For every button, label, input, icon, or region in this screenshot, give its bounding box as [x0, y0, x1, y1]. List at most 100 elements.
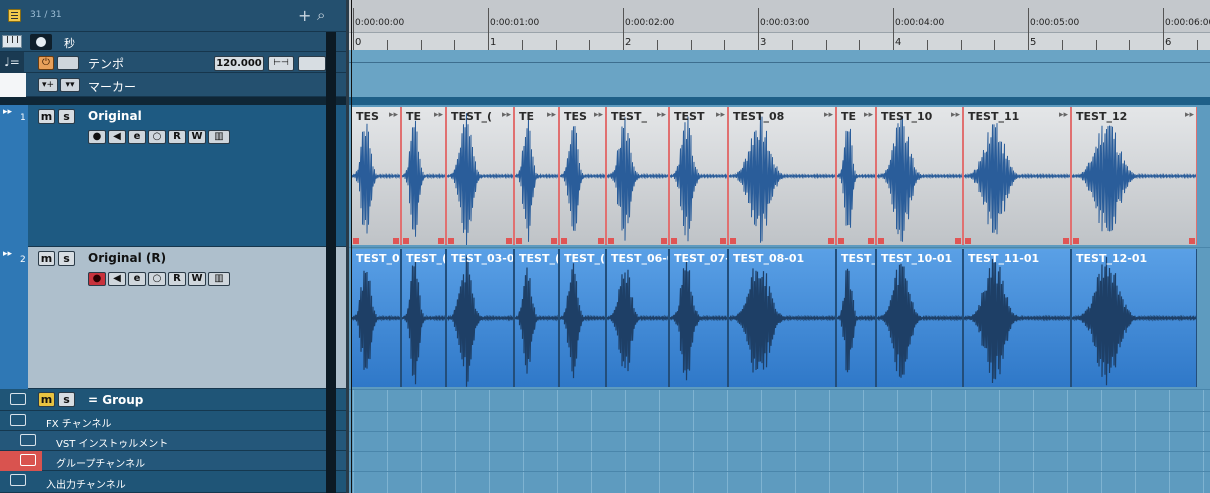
folder-fx-channels[interactable]: FX チャンネル	[0, 411, 346, 431]
audio-event[interactable]: TEST_(	[514, 249, 559, 387]
event-handle[interactable]	[965, 238, 971, 244]
monitor-button[interactable]: ◀	[108, 130, 126, 144]
audio-event[interactable]: TE ▸▸	[836, 107, 876, 245]
folder-name[interactable]: VST インストゥルメント	[56, 435, 168, 450]
mute-button[interactable]: m	[38, 109, 55, 124]
edit-button[interactable]: e	[128, 130, 146, 144]
audio-event[interactable]: TEST_08-01	[728, 249, 836, 387]
audio-event[interactable]: TEST_12-01	[1071, 249, 1197, 387]
audio-event[interactable]: TEST_0	[351, 249, 401, 387]
tempo-lane[interactable]	[349, 50, 1210, 97]
audio-event[interactable]: TEST_(▸▸	[446, 107, 514, 245]
folder-name[interactable]: グループチャンネル	[56, 455, 145, 470]
mute-button[interactable]: m	[38, 392, 55, 407]
event-fade-handle-icon[interactable]: ▸▸	[434, 110, 443, 120]
track-list-menu-icon[interactable]	[8, 9, 21, 22]
event-handle[interactable]	[868, 238, 874, 244]
tempo-value-field[interactable]: 120.000	[214, 56, 264, 71]
event-handle[interactable]	[516, 238, 522, 244]
channel-settings-button[interactable]: ▥	[208, 130, 230, 144]
search-icon[interactable]: ⌕	[317, 6, 325, 24]
time-unit-label[interactable]: 秒	[64, 35, 75, 51]
audio-event[interactable]: TEST_07-	[669, 249, 728, 387]
track-2-selector[interactable]: ▸▸ 2	[0, 247, 28, 389]
event-handle[interactable]	[730, 238, 736, 244]
event-handle[interactable]	[551, 238, 557, 244]
event-handle[interactable]	[720, 238, 726, 244]
solo-button[interactable]: s	[58, 392, 75, 407]
event-fade-handle-icon[interactable]: ▸▸	[951, 110, 960, 120]
edit-button[interactable]: e	[128, 272, 146, 286]
event-handle[interactable]	[561, 238, 567, 244]
folder-group[interactable]: m s = Group	[0, 389, 346, 411]
audio-event[interactable]: TEST_ ▸▸	[606, 107, 669, 245]
audio-event[interactable]: TEST_06-0	[606, 249, 669, 387]
lane-button[interactable]: ○	[148, 272, 166, 286]
audio-event[interactable]: TEST_12 ▸▸	[1071, 107, 1197, 245]
tempo-mode-button[interactable]: ⊢⊣	[268, 56, 294, 71]
event-handle[interactable]	[1073, 238, 1079, 244]
event-handle[interactable]	[448, 238, 454, 244]
audio-event[interactable]: TES ▸▸	[559, 107, 606, 245]
audio-event[interactable]: TE ▸▸	[514, 107, 559, 245]
solo-button[interactable]: s	[58, 109, 75, 124]
audio-event[interactable]: TEST_10-01	[876, 249, 963, 387]
folder-vst-instruments[interactable]: VST インストゥルメント	[0, 431, 346, 451]
event-handle[interactable]	[878, 238, 884, 244]
event-fade-handle-icon[interactable]: ▸▸	[864, 110, 873, 120]
expand-arrow-icon[interactable]: ▸▸	[3, 107, 12, 117]
event-fade-handle-icon[interactable]: ▸▸	[389, 110, 398, 120]
track-1[interactable]: ▸▸ 1 m s Original ● ◀ e ○ R W ▥	[0, 105, 346, 247]
folder-group-channels[interactable]: グループチャンネル	[0, 451, 346, 471]
record-enable-button[interactable]: ●	[88, 130, 106, 144]
event-handle[interactable]	[598, 238, 604, 244]
read-automation-button[interactable]: R	[168, 272, 186, 286]
event-handle[interactable]	[393, 238, 399, 244]
event-fade-handle-icon[interactable]: ▸▸	[502, 110, 511, 120]
event-handle[interactable]	[506, 238, 512, 244]
audio-event[interactable]: TEST_10 ▸▸	[876, 107, 963, 245]
audio-event[interactable]: TE ▸▸	[401, 107, 446, 245]
solo-button[interactable]: s	[58, 251, 75, 266]
track-1-selector[interactable]: ▸▸ 1	[0, 105, 28, 247]
timeline-ruler[interactable]: 0:00:00:00 0 0:00:01:00 1 0:00:02:00 2 0:00:03…	[349, 0, 1210, 50]
project-timeline[interactable]: 0:00:00:00 0 0:00:01:00 1 0:00:02:00 2 0:00:03…	[349, 0, 1210, 493]
audio-event[interactable]: TEST_03-0	[446, 249, 514, 387]
clock-icon[interactable]	[30, 34, 52, 50]
folder-name[interactable]: 入出力チャンネル	[46, 476, 126, 491]
write-automation-button[interactable]: W	[188, 272, 206, 286]
audio-event[interactable]: TES ▸▸	[351, 107, 401, 245]
track-2[interactable]: ▸▸ 2 m s Original (R) ● ◀ e ○ R W ▥	[0, 247, 346, 389]
event-handle[interactable]	[671, 238, 677, 244]
event-handle[interactable]	[838, 238, 844, 244]
event-fade-handle-icon[interactable]: ▸▸	[657, 110, 666, 120]
event-fade-handle-icon[interactable]: ▸▸	[716, 110, 725, 120]
tempo-lock-icon[interactable]	[57, 56, 79, 70]
mute-button[interactable]: m	[38, 251, 55, 266]
track-name[interactable]: Original (R)	[88, 251, 166, 265]
tempo-power-button[interactable]: ⏻	[38, 56, 54, 70]
write-automation-button[interactable]: W	[188, 130, 206, 144]
add-cycle-marker-button[interactable]: ▾▾	[60, 78, 80, 92]
event-fade-handle-icon[interactable]: ▸▸	[547, 110, 556, 120]
event-handle[interactable]	[955, 238, 961, 244]
folder-name[interactable]: = Group	[88, 393, 143, 407]
expand-arrow-icon[interactable]: ▸▸	[3, 249, 12, 259]
event-handle[interactable]	[608, 238, 614, 244]
folder-name[interactable]: FX チャンネル	[46, 415, 111, 430]
event-fade-handle-icon[interactable]: ▸▸	[1059, 110, 1068, 120]
event-handle[interactable]	[1063, 238, 1069, 244]
event-handle[interactable]	[1189, 238, 1195, 244]
audio-event[interactable]: TEST_11 ▸▸	[963, 107, 1071, 245]
channel-settings-button[interactable]: ▥	[208, 272, 230, 286]
event-handle[interactable]	[353, 238, 359, 244]
record-enable-button[interactable]: ●	[88, 272, 106, 286]
monitor-button[interactable]: ◀	[108, 272, 126, 286]
folder-io-channels[interactable]: 入出力チャンネル	[0, 471, 346, 493]
audio-event[interactable]: TEST_	[836, 249, 876, 387]
event-handle[interactable]	[661, 238, 667, 244]
event-fade-handle-icon[interactable]: ▸▸	[594, 110, 603, 120]
event-fade-handle-icon[interactable]: ▸▸	[1185, 110, 1194, 120]
audio-event[interactable]: TEST_11-01	[963, 249, 1071, 387]
project-cursor[interactable]	[351, 0, 352, 493]
